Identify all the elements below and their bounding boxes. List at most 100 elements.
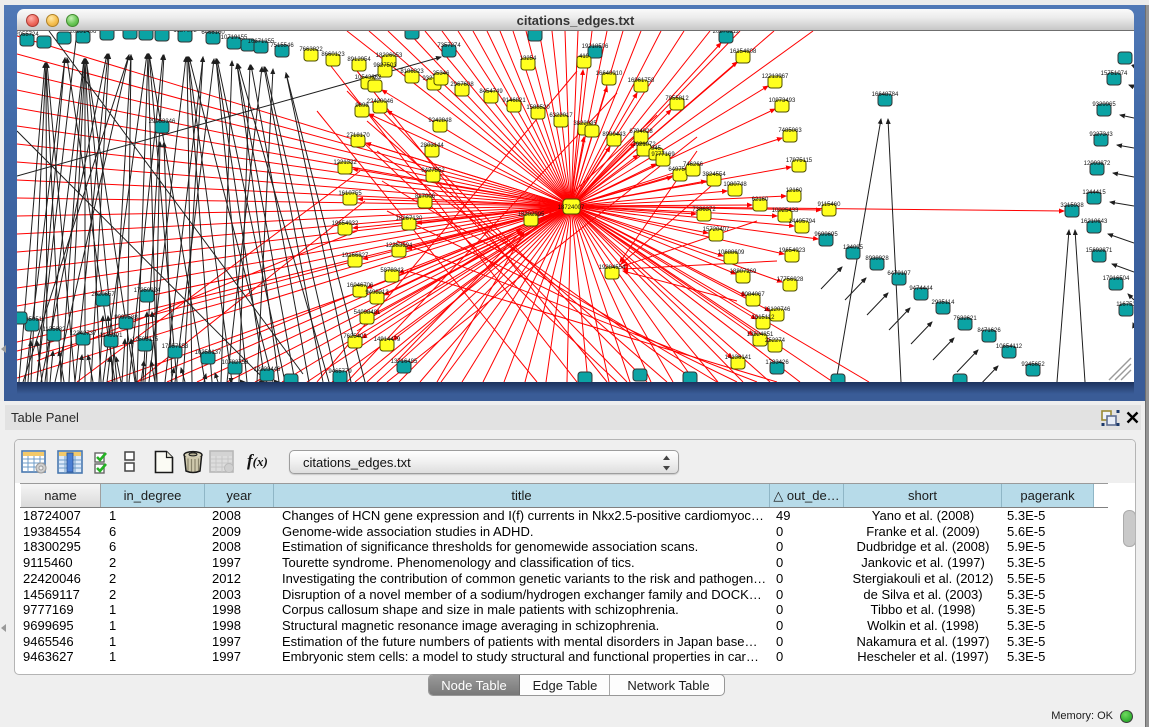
svg-text:12093872: 12093872: [1084, 161, 1111, 167]
svg-text:7357274: 7357274: [437, 43, 461, 49]
svg-text:3215938: 3215938: [1060, 203, 1084, 209]
svg-text:2935114: 2935114: [932, 300, 956, 306]
svg-text:54098481: 54098481: [354, 310, 381, 316]
svg-text:7625402: 7625402: [343, 334, 367, 340]
svg-text:12160: 12160: [786, 188, 803, 194]
svg-text:6794028: 6794028: [629, 129, 653, 135]
svg-text:1080748: 1080748: [723, 182, 747, 188]
svg-text:134095: 134095: [843, 245, 864, 251]
svg-text:9777169: 9777169: [651, 152, 675, 158]
svg-text:12213967: 12213967: [762, 74, 789, 80]
svg-text:10025433: 10025433: [772, 208, 799, 214]
svg-text:9097588: 9097588: [114, 315, 138, 321]
svg-text:8912954: 8912954: [347, 57, 371, 63]
svg-text:2718170: 2718170: [346, 133, 370, 139]
svg-text:7386372: 7386372: [692, 207, 716, 213]
svg-text:746266: 746266: [683, 162, 704, 168]
svg-text:62160: 62160: [752, 197, 769, 203]
svg-text:9699695: 9699695: [814, 232, 838, 238]
svg-text:12353594: 12353594: [386, 243, 413, 249]
svg-text:17359924: 17359924: [134, 288, 161, 294]
svg-text:9245652: 9245652: [1021, 362, 1045, 368]
svg-text:7663822: 7663822: [299, 47, 323, 53]
svg-text:1588520: 1588520: [526, 105, 550, 111]
svg-text:12505115: 12505115: [132, 337, 159, 343]
svg-text:2055724: 2055724: [17, 32, 39, 38]
svg-text:8813054: 8813054: [523, 31, 547, 33]
svg-text:10782759: 10782759: [222, 360, 249, 366]
svg-text:8660123: 8660123: [321, 52, 345, 58]
svg-text:10358137: 10358137: [195, 350, 222, 356]
svg-text:15720407: 15720407: [703, 227, 730, 233]
svg-text:8454749: 8454749: [479, 89, 503, 95]
svg-text:17016504: 17016504: [1103, 276, 1130, 282]
svg-text:16210643: 16210643: [1081, 219, 1108, 225]
svg-text:9474444: 9474444: [909, 286, 933, 292]
svg-text:9084067: 9084067: [741, 292, 765, 298]
svg-text:19654923: 19654923: [779, 248, 806, 254]
svg-text:1733426: 1733426: [765, 360, 789, 366]
svg-text:14495794: 14495794: [789, 219, 816, 225]
svg-text:1615112: 1615112: [752, 315, 776, 321]
svg-text:10655267: 10655267: [149, 31, 176, 33]
svg-text:16648784: 16648784: [872, 92, 899, 98]
svg-text:18226053: 18226053: [376, 53, 403, 59]
svg-text:7485063: 7485063: [778, 128, 802, 134]
svg-text:116753: 116753: [1116, 302, 1134, 308]
svg-text:8938928: 8938928: [865, 256, 889, 262]
svg-text:18724007: 18724007: [558, 205, 585, 211]
svg-text:1527602: 1527602: [173, 31, 197, 34]
svg-text:19218506: 19218506: [582, 44, 609, 50]
svg-text:15692871: 15692871: [1086, 248, 1113, 254]
svg-text:13716485: 13716485: [391, 359, 418, 365]
svg-text:1221332: 1221332: [333, 160, 357, 166]
svg-text:6322017: 6322017: [549, 113, 573, 119]
svg-text:9242848: 9242848: [428, 118, 452, 124]
svg-text:22420046: 22420046: [367, 99, 394, 105]
svg-text:14914479: 14914479: [374, 337, 401, 343]
svg-text:8186323: 8186323: [400, 69, 424, 75]
svg-text:19654932: 19654932: [332, 221, 359, 227]
svg-text:10973493: 10973493: [769, 98, 796, 104]
svg-text:9146821: 9146821: [502, 98, 526, 104]
svg-text:13254: 13254: [520, 56, 537, 62]
svg-text:17756928: 17756928: [777, 277, 804, 283]
svg-text:10654112: 10654112: [996, 344, 1023, 350]
svg-text:12342737: 12342737: [70, 331, 97, 337]
svg-text:7955812: 7955812: [665, 96, 689, 102]
svg-text:8427552: 8427552: [421, 168, 445, 174]
svg-text:18302995: 18302995: [518, 212, 545, 218]
svg-text:5878342: 5878342: [380, 268, 404, 274]
svg-text:9465779: 9465779: [328, 369, 352, 375]
svg-text:20691406: 20691406: [70, 31, 97, 35]
svg-text:16640910: 16640910: [596, 71, 623, 77]
svg-text:25346: 25346: [433, 71, 450, 77]
svg-text:20876812: 20876812: [713, 31, 740, 35]
svg-text:1145191: 1145191: [100, 333, 124, 339]
svg-text:9329965: 9329965: [1092, 102, 1116, 108]
svg-text:17957253: 17957253: [162, 344, 189, 350]
svg-text:7515546: 7515546: [270, 43, 294, 49]
svg-text:9115460: 9115460: [818, 202, 842, 208]
svg-text:18267130: 18267130: [396, 216, 423, 222]
svg-text:16961758: 16961758: [628, 78, 655, 84]
svg-text:29053346: 29053346: [149, 119, 176, 125]
svg-text:10688609: 10688609: [718, 250, 745, 256]
svg-text:9827503: 9827503: [373, 63, 397, 69]
svg-text:252274: 252274: [765, 338, 786, 344]
svg-text:6479197: 6479197: [887, 271, 911, 277]
svg-text:16120746: 16120746: [764, 307, 791, 313]
svg-text:19166827: 19166827: [342, 253, 369, 259]
svg-text:419: 419: [579, 54, 590, 60]
svg-text:3824554: 3824554: [702, 172, 726, 178]
svg-text:7632621: 7632621: [953, 316, 977, 322]
svg-text:16046706: 16046706: [347, 283, 374, 289]
svg-text:12823446: 12823446: [254, 367, 281, 373]
svg-text:8990443: 8990443: [602, 132, 626, 138]
svg-text:9498212: 9498212: [365, 290, 389, 296]
svg-text:817006: 817006: [415, 194, 436, 200]
svg-text:17975115: 17975115: [786, 158, 813, 164]
svg-text:15751074: 15751074: [1101, 71, 1128, 77]
svg-text:9227343: 9227343: [1089, 132, 1113, 138]
svg-text:2020657: 2020657: [91, 292, 115, 298]
